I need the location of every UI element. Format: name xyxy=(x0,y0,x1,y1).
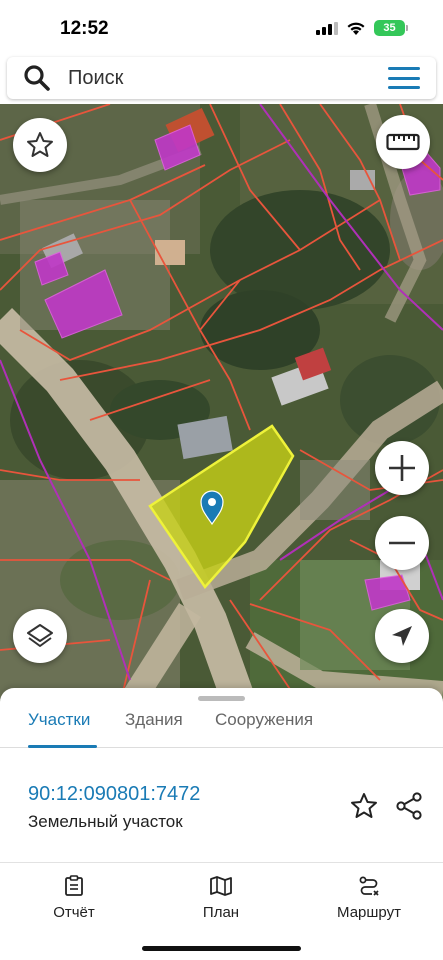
map-plan-icon xyxy=(210,876,232,896)
nav-route-label: Маршрут xyxy=(337,904,401,921)
search-icon[interactable] xyxy=(23,64,51,92)
status-indicators: 35 xyxy=(316,20,408,36)
favorite-button[interactable] xyxy=(13,118,67,172)
layers-button[interactable] xyxy=(13,609,67,663)
layers-icon xyxy=(27,624,53,647)
route-icon xyxy=(359,876,379,896)
nav-report-label: Отчёт xyxy=(53,904,95,921)
report-icon xyxy=(65,875,83,896)
minus-icon xyxy=(389,541,415,545)
nav-report[interactable]: Отчёт xyxy=(24,875,124,921)
navigation-arrow-icon xyxy=(392,626,412,646)
zoom-out-button[interactable] xyxy=(375,516,429,570)
tab-parcels[interactable]: Участки xyxy=(28,710,90,730)
satellite-map[interactable] xyxy=(0,104,443,704)
favorite-star-icon[interactable] xyxy=(349,791,379,821)
hamburger-menu-icon[interactable] xyxy=(388,67,420,89)
map-view[interactable] xyxy=(0,104,443,704)
sheet-grabber[interactable] xyxy=(198,696,245,701)
search-input[interactable]: Поиск xyxy=(68,67,388,90)
cadastral-number[interactable]: 90:12:090801:7472 xyxy=(28,783,200,806)
locate-button[interactable] xyxy=(375,609,429,663)
status-bar: 12:52 35 xyxy=(0,0,443,56)
bottom-navigation: Отчёт План Маршрут xyxy=(0,863,443,923)
ruler-button[interactable] xyxy=(376,115,430,169)
tab-buildings[interactable]: Здания xyxy=(125,710,183,730)
battery-level: 35 xyxy=(383,22,396,34)
bottom-sheet: Участки Здания Сооружения 90:12:090801:7… xyxy=(0,688,443,960)
active-tab-indicator xyxy=(28,745,97,748)
zoom-in-button[interactable] xyxy=(375,441,429,495)
tab-bar: Участки Здания Сооружения xyxy=(0,704,443,748)
nav-route[interactable]: Маршрут xyxy=(319,875,419,921)
search-bar[interactable]: Поиск xyxy=(7,57,436,99)
status-time: 12:52 xyxy=(60,18,109,39)
tab-structures[interactable]: Сооружения xyxy=(215,710,313,730)
ruler-icon xyxy=(386,133,420,151)
home-indicator xyxy=(142,946,301,951)
battery-icon: 35 xyxy=(374,20,408,36)
plus-icon xyxy=(389,455,415,481)
star-icon xyxy=(27,132,53,157)
cellular-signal-icon xyxy=(316,21,338,35)
share-icon[interactable] xyxy=(394,791,424,821)
nav-plan-label: План xyxy=(202,904,240,921)
nav-plan[interactable]: План xyxy=(171,875,271,921)
wifi-icon xyxy=(347,22,365,35)
parcel-type: Земельный участок xyxy=(28,812,183,831)
